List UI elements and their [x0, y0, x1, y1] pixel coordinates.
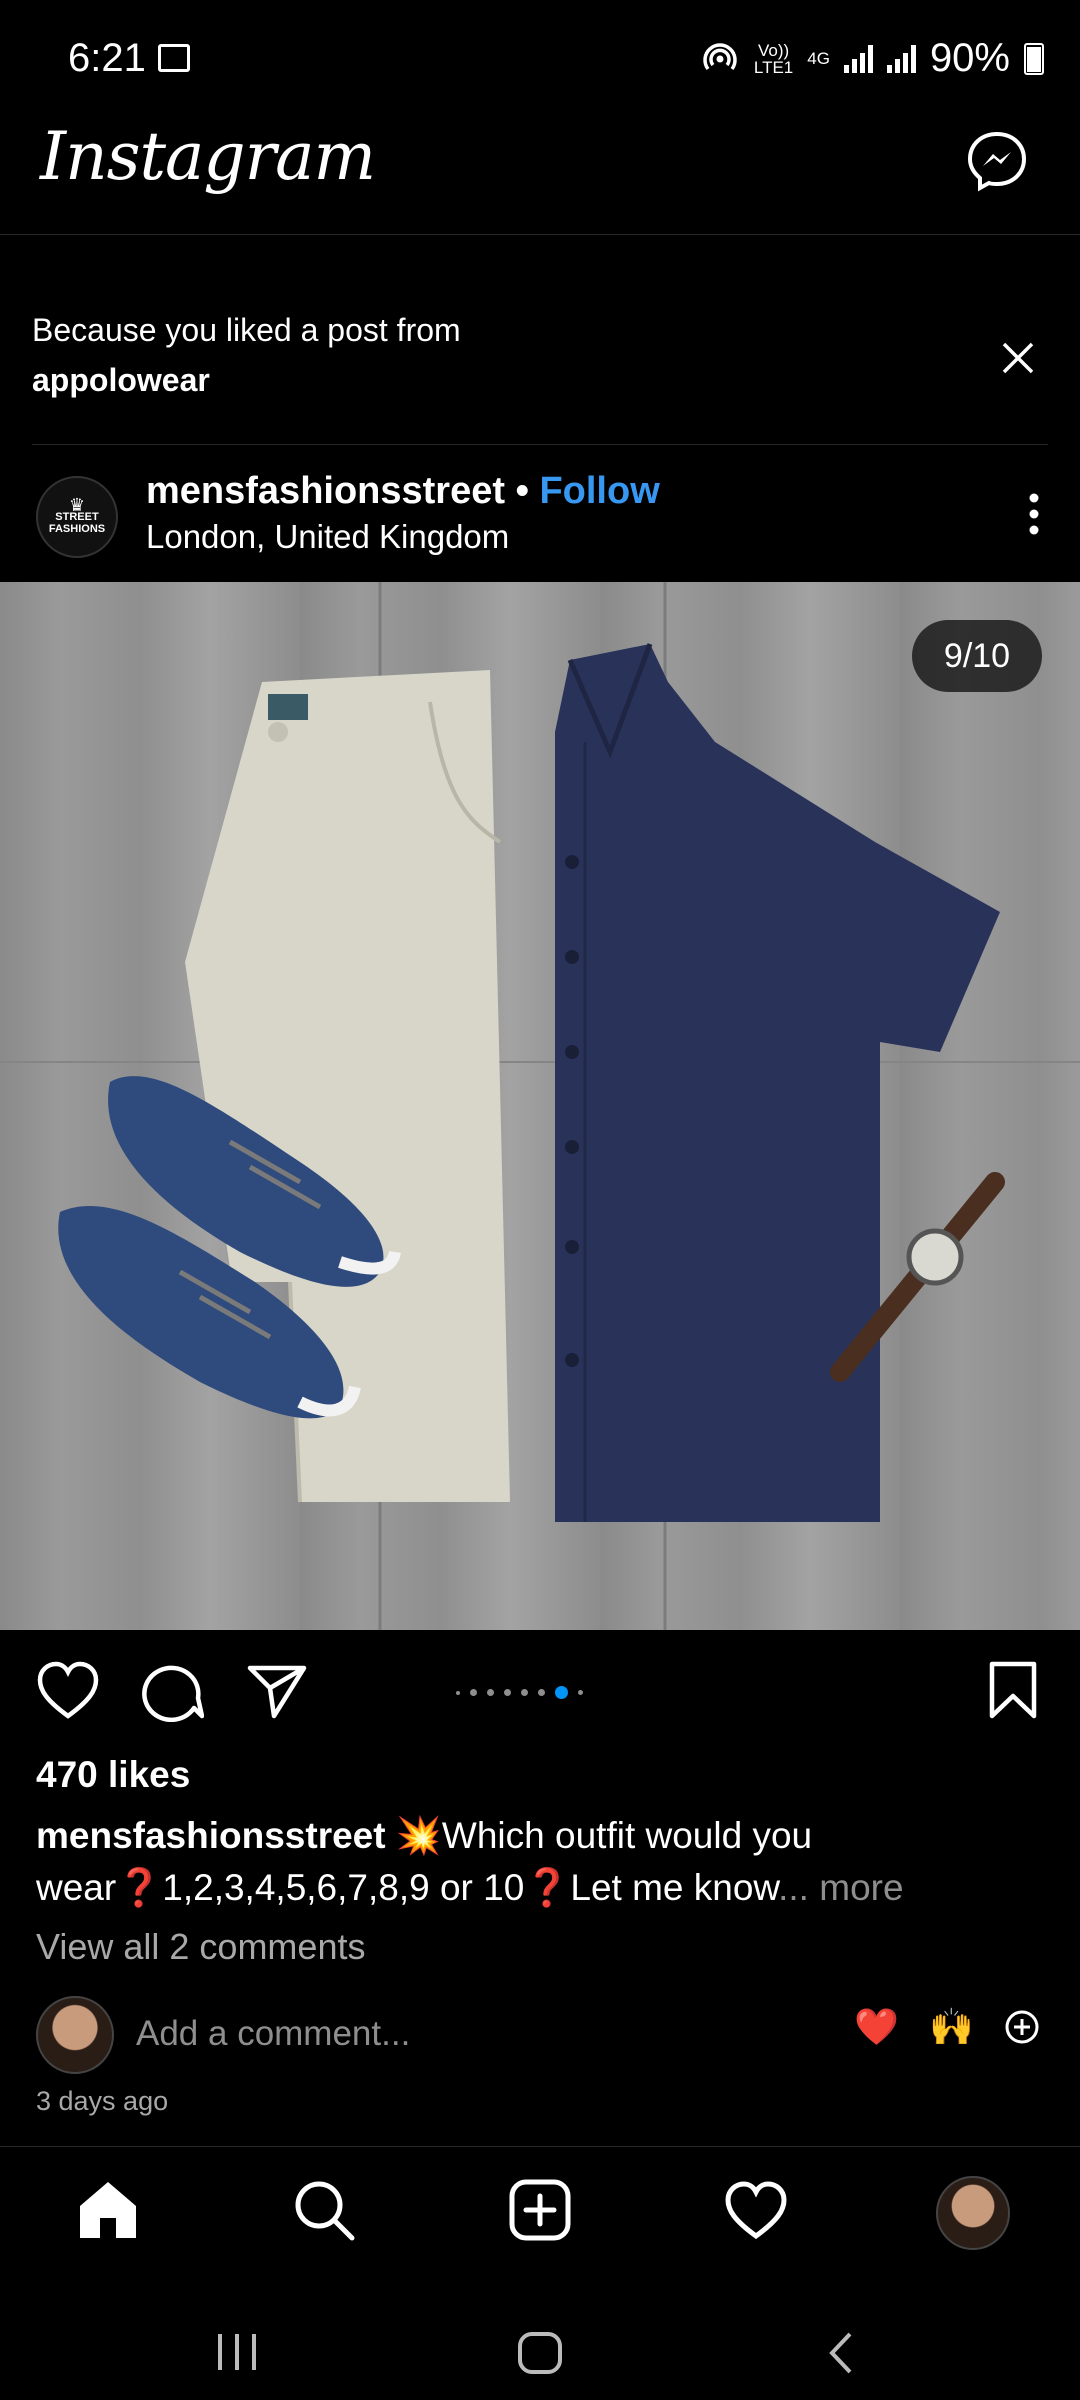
page-dot — [578, 1690, 583, 1695]
caption-username[interactable]: mensfashionsstreet — [36, 1815, 386, 1856]
page-dot — [538, 1689, 545, 1696]
back-button-icon[interactable] — [826, 2330, 856, 2376]
suggestion-reason: Because you liked a post from — [32, 312, 461, 348]
status-right-cluster: Vo)) LTE1 4G 90% — [700, 36, 1044, 81]
post-location[interactable]: London, United Kingdom — [146, 518, 509, 556]
home-icon[interactable] — [76, 2178, 140, 2242]
bottom-nav-divider — [0, 2146, 1080, 2147]
volte-indicator: Vo)) LTE1 — [753, 40, 794, 77]
add-comment-input[interactable]: Add a comment... — [136, 2014, 410, 2054]
post-username[interactable]: mensfashionsstreet — [146, 470, 505, 512]
comment-icon[interactable] — [140, 1660, 204, 1722]
share-icon[interactable] — [246, 1662, 308, 1720]
gallery-notification-icon — [158, 44, 190, 72]
page-dot — [504, 1689, 511, 1696]
status-time: 6:21 — [68, 36, 146, 80]
home-button-icon[interactable] — [516, 2330, 564, 2376]
page-dot — [470, 1689, 477, 1696]
quick-reactions: ❤️ 🙌 — [854, 2006, 1040, 2048]
messenger-icon[interactable] — [966, 130, 1028, 192]
suggestion-divider — [32, 444, 1048, 445]
suggestion-account[interactable]: appolowear — [32, 362, 210, 399]
battery-icon — [1024, 42, 1044, 75]
page-dot — [521, 1689, 528, 1696]
post-image[interactable] — [0, 582, 1080, 1630]
more-options-icon[interactable] — [1028, 492, 1040, 536]
activity-heart-icon[interactable] — [724, 2180, 788, 2240]
view-all-comments-link[interactable]: View all 2 comments — [36, 1926, 365, 1968]
post-author-avatar[interactable]: ♛ STREET FASHIONS — [36, 476, 118, 558]
page-dot-active — [555, 1686, 568, 1699]
create-post-icon[interactable] — [508, 2178, 572, 2242]
likes-count[interactable]: 470 likes — [36, 1754, 190, 1796]
separator-dot: • — [515, 470, 529, 512]
post-timestamp: 3 days ago — [36, 2086, 169, 2116]
current-user-avatar — [36, 1996, 114, 2074]
raised-hands-emoji-react[interactable]: 🙌 — [929, 2006, 974, 2048]
instagram-logo[interactable]: Instagram — [40, 118, 376, 195]
caption-more-link[interactable]: ... more — [778, 1867, 903, 1908]
add-reaction-icon[interactable] — [1004, 2009, 1040, 2045]
carousel-pagination — [456, 1686, 583, 1699]
signal-strength-icon-2 — [886, 44, 916, 73]
battery-percent: 90% — [929, 36, 1010, 80]
post-author-row: mensfashionsstreet • Follow — [146, 470, 660, 513]
post-caption[interactable]: mensfashionsstreet 💥Which outfit would y… — [36, 1810, 1036, 1914]
page-dot — [487, 1689, 494, 1696]
data-type-indicator: 4G — [807, 49, 830, 68]
header-divider — [0, 234, 1080, 235]
page-dot — [456, 1690, 460, 1695]
bottom-navigation — [0, 2148, 1080, 2278]
save-bookmark-icon[interactable] — [988, 1660, 1038, 1720]
crown-icon: ♛ — [68, 495, 86, 515]
outfit-flatlay-illustration — [0, 582, 1080, 1630]
follow-button[interactable]: Follow — [539, 470, 659, 512]
system-navigation-bar — [0, 2290, 1080, 2400]
recent-apps-icon[interactable] — [214, 2330, 260, 2374]
status-bar: 6:21 Vo)) LTE1 4G 90% — [0, 0, 1080, 120]
like-heart-icon[interactable] — [36, 1660, 100, 1720]
carousel-counter: 9/10 — [912, 620, 1042, 692]
search-icon[interactable] — [292, 2178, 356, 2242]
heart-emoji-react[interactable]: ❤️ — [854, 2006, 899, 2048]
hotspot-icon — [703, 42, 737, 70]
close-icon[interactable] — [1000, 340, 1036, 376]
signal-strength-icon-1 — [843, 44, 873, 73]
profile-tab-avatar[interactable] — [936, 2176, 1010, 2250]
